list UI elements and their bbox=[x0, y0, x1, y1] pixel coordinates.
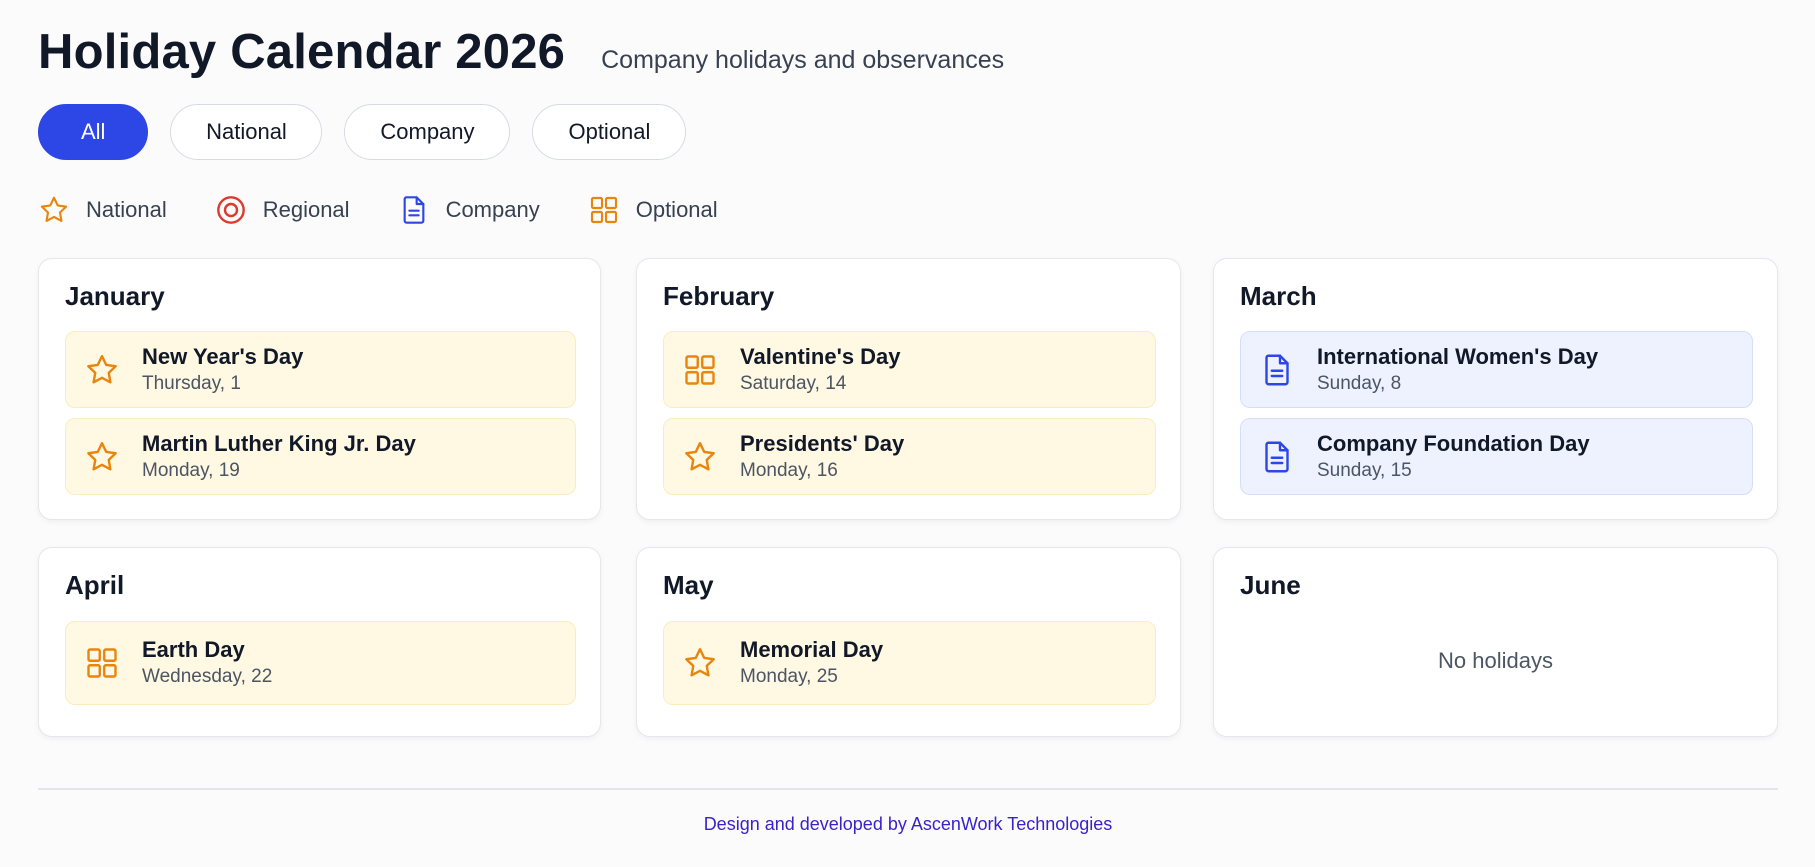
holiday-date: Monday, 16 bbox=[740, 459, 838, 481]
document-icon bbox=[403, 196, 424, 224]
filter-all-button[interactable]: All bbox=[38, 104, 149, 160]
legend-item-regional: Regional bbox=[215, 194, 350, 226]
holiday-name: New Year's Day bbox=[142, 343, 304, 369]
filter-optional-button[interactable]: Optional bbox=[532, 104, 687, 160]
legend-label: Company bbox=[445, 197, 540, 222]
grid-icon bbox=[590, 196, 617, 224]
month-card-may: May Memorial Day Monday, 25 bbox=[636, 547, 1181, 737]
footer-credit: Design and developed by AscenWork Techno… bbox=[703, 814, 1113, 834]
star-icon bbox=[685, 441, 715, 470]
holiday-item[interactable]: Martin Luther King Jr. Day Monday, 19 bbox=[65, 418, 576, 495]
document-icon bbox=[1265, 354, 1289, 385]
month-title: March bbox=[1240, 281, 1317, 311]
holiday-date: Wednesday, 22 bbox=[142, 666, 273, 687]
footer-divider bbox=[38, 788, 1778, 790]
legend-label: Optional bbox=[635, 197, 718, 222]
holiday-name: Company Foundation Day bbox=[1317, 430, 1590, 456]
month-card-june: June No holidays bbox=[1213, 547, 1778, 737]
holiday-date: Thursday, 1 bbox=[142, 372, 241, 394]
month-title: January bbox=[65, 281, 165, 311]
holiday-item[interactable]: Presidents' Day Monday, 16 bbox=[663, 418, 1156, 495]
filter-bar: All National Company Optional bbox=[38, 104, 687, 160]
month-title: April bbox=[65, 570, 125, 600]
month-title: June bbox=[1240, 570, 1301, 600]
grid-icon bbox=[685, 354, 715, 385]
month-card-march: March International Women's Day Sunday, … bbox=[1213, 258, 1778, 520]
star-icon bbox=[685, 648, 715, 677]
holiday-item[interactable]: Memorial Day Monday, 25 bbox=[663, 621, 1156, 705]
target-icon bbox=[216, 196, 245, 224]
holiday-date: Saturday, 14 bbox=[740, 372, 847, 394]
star-icon bbox=[40, 196, 68, 222]
page-title: Holiday Calendar 2026 bbox=[38, 25, 566, 79]
holiday-item[interactable]: Company Foundation Day Sunday, 15 bbox=[1240, 418, 1753, 495]
month-card-january: January New Year's Day Thursday, 1 Marti… bbox=[38, 258, 601, 520]
holiday-item[interactable]: International Women's Day Sunday, 8 bbox=[1240, 331, 1753, 408]
month-card-february: February Valentine's Day Saturday, 14 Pr… bbox=[636, 258, 1181, 520]
month-title: May bbox=[663, 570, 714, 600]
grid-icon bbox=[87, 648, 117, 678]
holiday-date: Monday, 19 bbox=[142, 459, 240, 481]
holiday-name: Valentine's Day bbox=[740, 343, 901, 369]
month-title: February bbox=[663, 281, 775, 311]
holiday-name: International Women's Day bbox=[1317, 343, 1599, 369]
holiday-name: Martin Luther King Jr. Day bbox=[142, 430, 416, 456]
star-icon bbox=[87, 441, 117, 470]
holiday-date: Sunday, 8 bbox=[1317, 372, 1402, 394]
month-card-april: April Earth Day Wednesday, 22 bbox=[38, 547, 601, 737]
filter-company-button[interactable]: Company bbox=[344, 104, 511, 160]
legend-item-national: National bbox=[38, 194, 167, 226]
legend-item-optional: Optional bbox=[588, 194, 718, 226]
legend: National Regional Company Optional bbox=[38, 194, 766, 226]
empty-state-text: No holidays bbox=[1438, 648, 1553, 673]
holiday-date: Sunday, 15 bbox=[1317, 459, 1412, 481]
holiday-item[interactable]: Earth Day Wednesday, 22 bbox=[65, 621, 576, 705]
page-header: Holiday Calendar 2026 Company holidays a… bbox=[38, 24, 1004, 80]
holiday-item[interactable]: New Year's Day Thursday, 1 bbox=[65, 331, 576, 408]
legend-label: National bbox=[86, 197, 167, 222]
legend-label: Regional bbox=[262, 197, 350, 222]
legend-item-company: Company bbox=[398, 194, 540, 226]
holiday-item[interactable]: Valentine's Day Saturday, 14 bbox=[663, 331, 1156, 408]
holiday-name: Earth Day bbox=[142, 637, 245, 662]
holiday-name: Presidents' Day bbox=[740, 430, 905, 456]
page-subtitle: Company holidays and observances bbox=[601, 46, 1005, 74]
holiday-name: Memorial Day bbox=[740, 637, 884, 662]
document-icon bbox=[1265, 441, 1289, 472]
filter-national-button[interactable]: National bbox=[170, 104, 323, 160]
holiday-date: Monday, 25 bbox=[740, 666, 838, 687]
star-icon bbox=[87, 354, 117, 383]
